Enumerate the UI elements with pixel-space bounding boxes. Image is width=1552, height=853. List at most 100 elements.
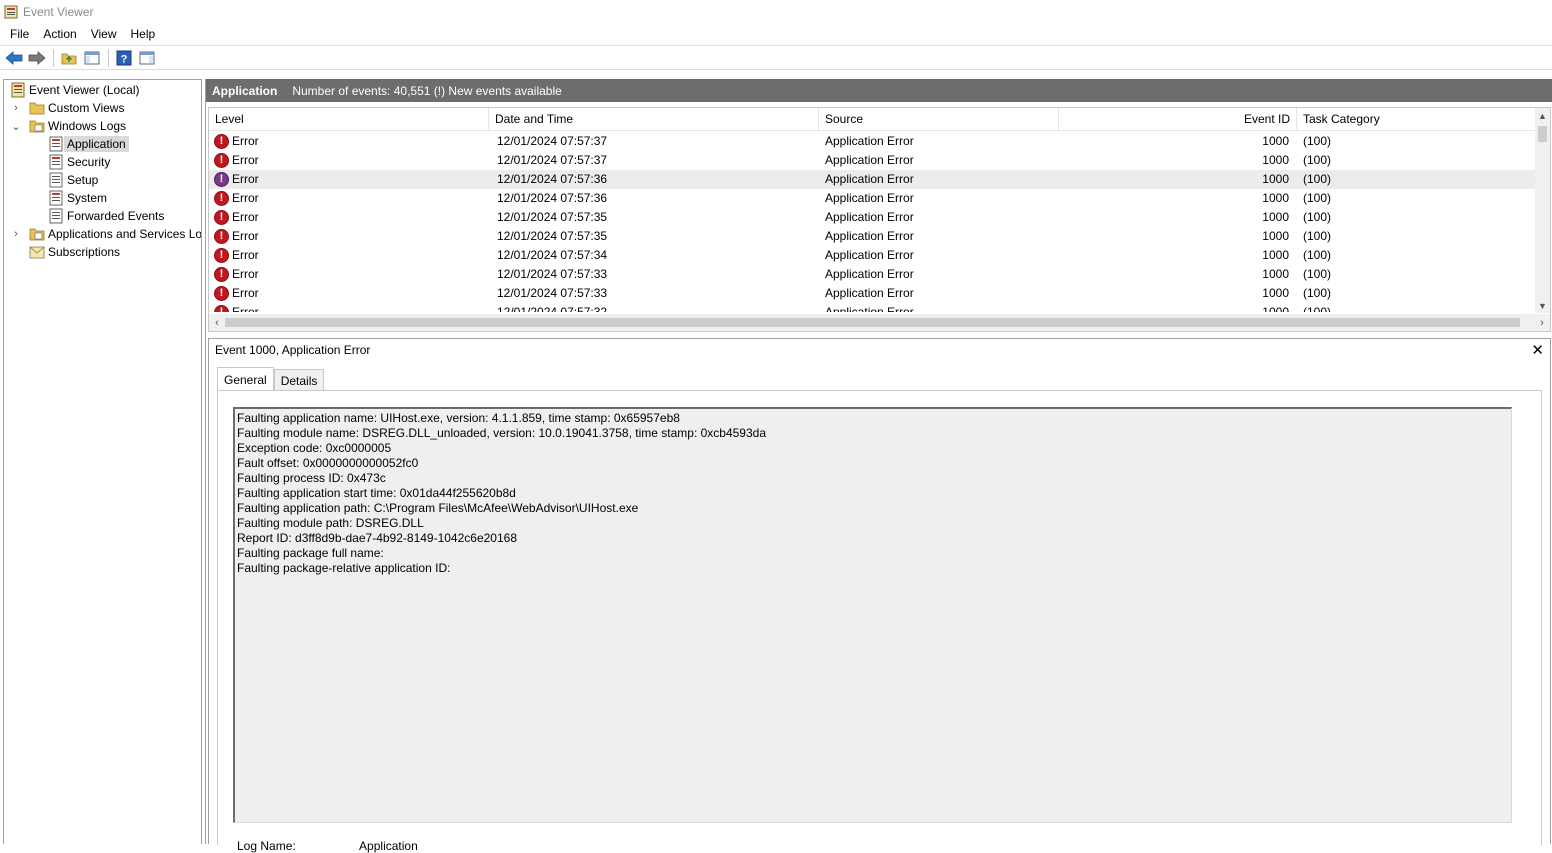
menu-action[interactable]: Action — [36, 25, 83, 43]
cell-level: Error — [232, 267, 259, 281]
column-header-date[interactable]: Date and Time — [489, 108, 819, 131]
vertical-scrollbar[interactable]: ▲ ▼ — [1535, 108, 1550, 313]
menu-help[interactable]: Help — [124, 25, 163, 43]
cell-event-id: 1000 — [1262, 248, 1289, 262]
cell-date: 12/01/2024 07:57:34 — [497, 248, 608, 262]
table-row[interactable]: ! Error 12/01/2024 07:57:34 Application E… — [209, 246, 1537, 265]
tree-item-setup[interactable]: Setup — [48, 171, 98, 189]
general-tab-panel: Faulting application name: UIHost.exe, v… — [217, 390, 1542, 853]
error-icon: ! — [214, 134, 229, 149]
cell-source: Application Error — [825, 305, 914, 312]
cell-date: 12/01/2024 07:57:36 — [497, 172, 608, 186]
log-icon — [48, 154, 64, 170]
cell-level: Error — [232, 229, 259, 243]
tab-details[interactable]: Details — [273, 369, 325, 391]
back-icon[interactable] — [3, 48, 25, 68]
grid-body: ! Error 12/01/2024 07:57:37 Application E… — [209, 132, 1537, 312]
table-row[interactable]: ! Error 12/01/2024 07:57:36 Application E… — [209, 189, 1537, 208]
collapse-chevron-icon[interactable]: ⌄ — [10, 117, 22, 135]
column-header-event-id[interactable]: Event ID — [1059, 108, 1297, 131]
column-header-level[interactable]: Level — [209, 108, 489, 131]
table-row[interactable]: ! Error 12/01/2024 07:57:33 Application E… — [209, 284, 1537, 303]
error-icon: ! — [214, 305, 229, 312]
table-row[interactable]: ! Error 12/01/2024 07:57:32 Application E… — [209, 303, 1537, 312]
log-header-bar: Application Number of events: 40,551 (!)… — [206, 79, 1552, 102]
table-row[interactable]: ! Error 12/01/2024 07:57:37 Application E… — [209, 132, 1537, 151]
cell-source: Application Error — [825, 248, 914, 262]
event-description[interactable]: Faulting application name: UIHost.exe, v… — [233, 407, 1512, 823]
tree-item-security[interactable]: Security — [48, 153, 110, 171]
tree-label: Custom Views — [48, 101, 125, 115]
folder-up-icon[interactable] — [58, 48, 80, 68]
cell-task-category: (100) — [1303, 210, 1332, 224]
cell-date: 12/01/2024 07:57:33 — [497, 267, 608, 281]
tree-item-custom-views[interactable]: Custom Views — [29, 99, 124, 117]
menu-bar: File Action View Help — [0, 23, 1552, 45]
tree-label: Application — [64, 136, 129, 152]
table-row[interactable]: ! Error 12/01/2024 07:57:37 Application E… — [209, 151, 1537, 170]
error-icon: ! — [214, 153, 229, 168]
column-header-source[interactable]: Source — [819, 108, 1059, 131]
log-name: Application — [212, 83, 278, 98]
show-action-pane-icon[interactable] — [136, 48, 158, 68]
table-row[interactable]: ! Error 12/01/2024 07:57:35 Application E… — [209, 227, 1537, 246]
cell-source: Application Error — [825, 267, 914, 281]
tree-label: Event Viewer (Local) — [29, 83, 140, 97]
cell-date: 12/01/2024 07:57:33 — [497, 286, 608, 300]
folder-logs-icon — [29, 118, 45, 134]
column-header-task-category[interactable]: Task Category — [1297, 108, 1537, 131]
scroll-left-icon[interactable]: ‹ — [209, 314, 225, 331]
cell-event-id: 1000 — [1262, 210, 1289, 224]
log-icon — [48, 172, 64, 188]
error-icon: ! — [214, 229, 229, 244]
cell-date: 12/01/2024 07:57:32 — [497, 305, 608, 312]
tab-general[interactable]: General — [217, 367, 274, 391]
scroll-up-icon[interactable]: ▲ — [1535, 108, 1550, 123]
scroll-down-icon[interactable]: ▼ — [1535, 298, 1550, 313]
error-icon: ! — [214, 248, 229, 263]
subscriptions-icon — [29, 244, 45, 260]
table-row-selected[interactable]: ! Error 12/01/2024 07:57:36 Application E… — [209, 170, 1537, 189]
scrollbar-thumb[interactable] — [1538, 126, 1547, 142]
cell-date: 12/01/2024 07:57:35 — [497, 229, 608, 243]
tree-item-event-viewer-local[interactable]: Event Viewer (Local) — [10, 81, 140, 99]
scrollbar-thumb[interactable] — [225, 318, 1520, 327]
cell-event-id: 1000 — [1262, 191, 1289, 205]
cell-level: Error — [232, 210, 259, 224]
cell-date: 12/01/2024 07:57:35 — [497, 210, 608, 224]
tree-item-forwarded-events[interactable]: Forwarded Events — [48, 207, 164, 225]
error-icon: ! — [214, 286, 229, 301]
forward-icon[interactable] — [26, 48, 48, 68]
cell-event-id: 1000 — [1262, 134, 1289, 148]
cell-task-category: (100) — [1303, 305, 1332, 312]
tree-item-windows-logs[interactable]: Windows Logs — [29, 117, 126, 135]
table-row[interactable]: ! Error 12/01/2024 07:57:33 Application E… — [209, 265, 1537, 284]
menu-file[interactable]: File — [3, 25, 36, 43]
title-bar: Event Viewer — [0, 0, 1552, 23]
tree-item-application[interactable]: Application — [48, 135, 129, 153]
svg-text:?: ? — [121, 53, 128, 65]
cell-source: Application Error — [825, 191, 914, 205]
main-content: Application Number of events: 40,551 (!)… — [205, 79, 1552, 853]
cell-level: Error — [232, 286, 259, 300]
log-icon — [48, 136, 64, 152]
events-grid: Level Date and Time Source Event ID Task… — [208, 107, 1551, 332]
table-row[interactable]: ! Error 12/01/2024 07:57:35 Application E… — [209, 208, 1537, 227]
show-hide-tree-icon[interactable] — [81, 48, 103, 68]
folder-icon — [29, 100, 45, 116]
close-icon[interactable]: ✕ — [1531, 341, 1544, 359]
scroll-right-icon[interactable]: › — [1534, 314, 1550, 331]
tree-item-applications-services-logs[interactable]: Applications and Services Lo — [29, 225, 201, 243]
tree-item-subscriptions[interactable]: Subscriptions — [29, 243, 120, 261]
expand-chevron-icon[interactable]: › — [10, 225, 22, 243]
cell-event-id: 1000 — [1262, 172, 1289, 186]
help-icon[interactable]: ? — [113, 48, 135, 68]
cell-task-category: (100) — [1303, 134, 1332, 148]
tree-item-system[interactable]: System — [48, 189, 107, 207]
horizontal-scrollbar[interactable]: ‹ › — [209, 314, 1550, 331]
cell-date: 12/01/2024 07:57:37 — [497, 134, 608, 148]
tree-label: Windows Logs — [48, 119, 127, 133]
menu-view[interactable]: View — [84, 25, 124, 43]
event-viewer-icon — [10, 82, 26, 98]
expand-chevron-icon[interactable]: › — [10, 99, 22, 117]
